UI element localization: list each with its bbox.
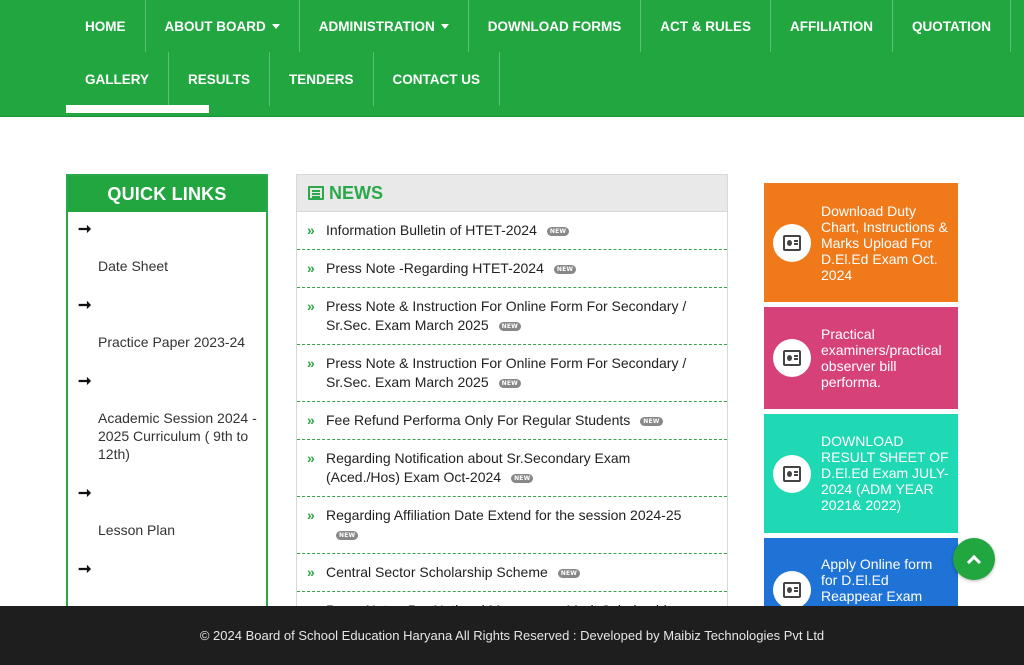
address-book-icon: [773, 339, 811, 377]
news-item-text: Fee Refund Performa Only For Regular Stu…: [326, 412, 631, 428]
nav-quotation[interactable]: QUOTATION: [893, 0, 1011, 52]
contact-card-icon: [773, 224, 811, 262]
quick-link-item: ➞ Practice Paper 2023-24: [76, 297, 258, 351]
id-card-icon: [783, 235, 801, 251]
nav-label: AFFILIATION: [789, 18, 873, 34]
side-box-duty-chart[interactable]: Download Duty Chart, Instructions & Mark…: [764, 183, 958, 302]
news-item[interactable]: » Press Note -Regarding HTET-2024 NEW: [297, 250, 727, 288]
chevron-up-icon: [966, 554, 982, 569]
chevron-right-icon: »: [307, 507, 315, 523]
nav-download-forms[interactable]: DOWNLOAD FORMS: [469, 0, 642, 52]
news-title: NEWS: [329, 182, 383, 203]
nav-results[interactable]: RESULTS: [169, 52, 271, 106]
side-box-text: Apply Online form for D.El.Ed Reappear E…: [821, 556, 933, 604]
quick-link-item: ➞ Lesson Plan: [76, 485, 258, 539]
quick-links-panel: QUICK LINKS ➞ Date Sheet ➞ Practice Pape…: [66, 174, 268, 614]
address-book-icon: [773, 571, 811, 609]
news-item[interactable]: » Press Note & Instruction For Online For…: [297, 288, 727, 345]
side-box-text: Download Duty Chart, Instructions & Mark…: [821, 203, 948, 283]
news-item-text: Information Bulletin of HTET-2024: [326, 222, 537, 238]
new-badge: NEW: [498, 378, 521, 388]
contact-book-icon: [783, 466, 801, 482]
new-badge: NEW: [553, 264, 577, 274]
arrow-right-icon: ➞: [78, 373, 92, 390]
nav-label: ACT & RULES: [660, 18, 751, 34]
quick-link-item: ➞: [76, 561, 258, 579]
new-badge: NEW: [557, 568, 581, 578]
nav-label: DOWNLOAD FORMS: [487, 18, 622, 34]
nav-row-1: HOME ABOUT BOARD ADMINISTRATION DOWNLOAD…: [66, 0, 1011, 52]
news-item[interactable]: » Press Note & Instruction For Online For…: [297, 345, 727, 402]
nav-label: RESULTS: [188, 71, 251, 87]
contact-book-icon: [783, 582, 801, 598]
chevron-right-icon: »: [307, 412, 315, 428]
nav-label: CONTACT US: [392, 71, 481, 87]
news-item-text: Regarding Affiliation Date Extend for th…: [326, 507, 682, 523]
list-icon: [308, 186, 324, 200]
side-box-practical-examiners[interactable]: Practical examiners/practical observer b…: [764, 307, 958, 409]
address-book-icon: [773, 455, 811, 493]
footer-copyright: © 2024 Board of School Education Haryana…: [199, 628, 825, 643]
nav-gallery[interactable]: GALLERY: [66, 52, 169, 106]
chevron-right-icon: »: [307, 298, 315, 314]
nav-label: ADMINISTRATION: [318, 18, 435, 34]
news-item[interactable]: » Central Sector Scholarship Scheme NEW: [297, 554, 727, 592]
chevron-right-icon: »: [307, 222, 315, 238]
arrow-right-icon: ➞: [78, 221, 92, 238]
nav-label: HOME: [85, 18, 126, 34]
caret-down-icon: [440, 23, 449, 29]
contact-book-icon: [783, 350, 801, 366]
quick-link-lesson-plan[interactable]: Lesson Plan: [76, 521, 258, 539]
quick-link-date-sheet[interactable]: Date Sheet: [76, 257, 258, 275]
nav-act-rules[interactable]: ACT & RULES: [641, 0, 771, 52]
chevron-right-icon: »: [307, 355, 315, 371]
chevron-right-icon: »: [307, 450, 315, 466]
new-badge: NEW: [546, 226, 570, 236]
arrow-right-icon: ➞: [78, 297, 92, 314]
nav-administration[interactable]: ADMINISTRATION: [300, 0, 469, 52]
quick-link-item: ➞ Academic Session 2024 - 2025 Curriculu…: [76, 373, 258, 463]
arrow-right-icon: ➞: [78, 561, 92, 578]
nav-home[interactable]: HOME: [66, 0, 146, 52]
news-item-text: Central Sector Scholarship Scheme: [326, 564, 548, 580]
quick-link-practice-paper[interactable]: Practice Paper 2023-24: [76, 333, 258, 351]
nav-label: ABOUT BOARD: [164, 18, 266, 34]
news-item-text: Press Note -Regarding HTET-2024: [326, 260, 544, 276]
news-item[interactable]: » Regarding Affiliation Date Extend for t…: [297, 497, 727, 554]
new-badge: NEW: [511, 473, 534, 483]
quick-links-list: ➞ Date Sheet ➞ Practice Paper 2023-24 ➞ …: [68, 221, 266, 579]
scroll-to-top-button[interactable]: [953, 538, 995, 580]
news-item[interactable]: » Fee Refund Performa Only For Regular St…: [297, 402, 727, 440]
new-badge: NEW: [640, 416, 663, 426]
nav-active-indicator: [66, 105, 209, 113]
nav-label: QUOTATION: [911, 18, 991, 34]
new-badge: NEW: [336, 530, 359, 540]
chevron-right-icon: »: [307, 260, 315, 276]
nav-label: TENDERS: [289, 71, 354, 87]
quick-link-item: ➞ Date Sheet: [76, 221, 258, 275]
arrow-right-icon: ➞: [78, 485, 92, 502]
nav-label: GALLERY: [85, 71, 149, 87]
new-badge: NEW: [498, 321, 521, 331]
nav-contact-us[interactable]: CONTACT US: [374, 52, 501, 106]
news-header: NEWS: [297, 175, 727, 212]
quick-link-academic-session[interactable]: Academic Session 2024 - 2025 Curriculum …: [76, 409, 258, 463]
news-item-text: Regarding Notification about Sr.Secondar…: [326, 450, 631, 485]
news-panel: NEWS » Information Bulletin of HTET-2024 N…: [296, 174, 728, 630]
quick-links-title: QUICK LINKS: [68, 176, 266, 212]
side-box-text: DOWNLOAD RESULT SHEET OF D.El.Ed Exam JU…: [821, 433, 949, 513]
page: HOME ABOUT BOARD ADMINISTRATION DOWNLOAD…: [0, 0, 1024, 665]
news-item[interactable]: » Regarding Notification about Sr.Seconda…: [297, 440, 727, 497]
nav-tenders[interactable]: TENDERS: [270, 52, 374, 106]
main-navigation: HOME ABOUT BOARD ADMINISTRATION DOWNLOAD…: [0, 0, 1024, 117]
nav-about-board[interactable]: ABOUT BOARD: [146, 0, 300, 52]
side-box-text: Practical examiners/practical observer b…: [821, 326, 942, 390]
side-box-result-sheet[interactable]: DOWNLOAD RESULT SHEET OF D.El.Ed Exam JU…: [764, 414, 958, 533]
chevron-right-icon: »: [307, 564, 315, 580]
news-item[interactable]: » Information Bulletin of HTET-2024 NEW: [297, 212, 727, 250]
nav-affiliation[interactable]: AFFILIATION: [771, 0, 893, 52]
nav-row-2: GALLERY RESULTS TENDERS CONTACT US: [66, 52, 501, 106]
footer: © 2024 Board of School Education Haryana…: [0, 606, 1024, 665]
caret-down-icon: [271, 23, 280, 29]
